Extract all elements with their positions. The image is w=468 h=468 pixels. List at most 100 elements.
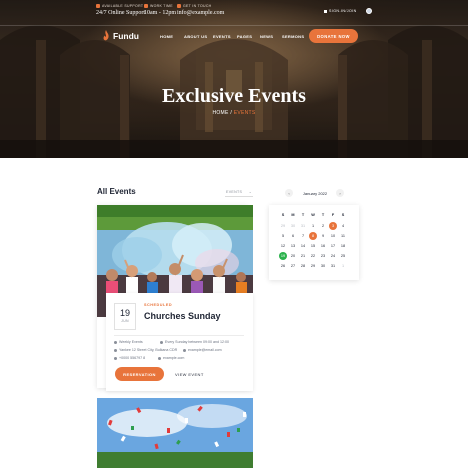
calendar-day[interactable]: 26 [279, 262, 287, 270]
breadcrumb-home[interactable]: HOME [212, 110, 228, 116]
calendar-day[interactable]: 10 [329, 232, 337, 240]
breadcrumb: HOME / EVENTS [0, 110, 468, 116]
reservation-button[interactable]: RESERVATION [115, 367, 164, 381]
mail-icon [183, 348, 186, 352]
calendar-day[interactable]: 24 [329, 252, 337, 260]
event-card: 19 JUN SCHEDULED Churches Sunday Weekly … [97, 205, 253, 391]
event-address: Yankee 12 Street City, Bulkana CDR [114, 348, 177, 352]
events-filter-select[interactable]: EVENTS ⌄ [225, 187, 253, 197]
calendar-weekday: S [341, 213, 345, 217]
calendar-weekday: T [301, 213, 305, 217]
calendar-weekday: T [321, 213, 325, 217]
contact-info[interactable]: GET IN TOUCH info@example.com [177, 4, 224, 16]
header-divider [0, 25, 468, 26]
calendar-day[interactable]: 29 [279, 222, 287, 230]
logo-text: Fundu [113, 30, 139, 41]
events-calendar: S M T W T F S 29 30 31 1 2 3 4 5 6 7 8 9 10 11 12 13 14 15 16 17 18… [269, 205, 359, 280]
event-details-panel: 19 JUN SCHEDULED Churches Sunday Weekly … [106, 293, 253, 391]
event-website-text[interactable]: example.com [163, 356, 184, 360]
language-flag-icon[interactable] [366, 8, 372, 14]
calendar-day[interactable]: 31 [329, 262, 337, 270]
calendar-day[interactable]: 1 [339, 262, 347, 270]
calendar-day[interactable]: 23 [319, 252, 327, 260]
event-title[interactable]: Churches Sunday [144, 311, 221, 321]
calendar-day[interactable]: 4 [339, 222, 347, 230]
calendar-weekday: W [311, 213, 315, 217]
calendar-weekday: S [281, 213, 285, 217]
breadcrumb-current: EVENTS [233, 110, 256, 116]
nav-item-pages[interactable]: PAGES [237, 34, 252, 39]
calendar-day[interactable]: 31 [299, 222, 307, 230]
calendar-day-event[interactable]: 8 [309, 232, 317, 240]
calendar-day-today[interactable]: 19 [279, 252, 287, 260]
calendar-month-label: January 2022 [302, 191, 328, 196]
phone-icon [114, 356, 117, 360]
event-address-text: Yankee 12 Street City, Bulkana CDR [119, 348, 178, 352]
calendar-day[interactable]: 30 [289, 222, 297, 230]
headset-icon [96, 4, 100, 8]
event-email[interactable]: example@email.com [183, 348, 222, 352]
nav-item-sermons[interactable]: SERMONS [282, 34, 304, 39]
chevron-down-icon: ⌄ [248, 189, 252, 194]
nav-item-about[interactable]: ABOUT US [184, 34, 207, 39]
nav-item-home[interactable]: HOME [160, 34, 173, 39]
event-divider [114, 335, 244, 336]
location-pin-icon [114, 348, 117, 352]
calendar-day[interactable]: 5 [279, 232, 287, 240]
calendar-weekday: M [291, 213, 295, 217]
calendar-day[interactable]: 21 [299, 252, 307, 260]
event-time-text: Every Sunday between 09:00 and 12:00 [165, 340, 229, 344]
calendar-day-event[interactable]: 3 [329, 222, 337, 230]
event-day: 19 [119, 308, 130, 318]
contact-email[interactable]: info@example.com [177, 10, 224, 16]
view-event-link[interactable]: VIEW EVENT [175, 372, 204, 377]
calendar-day[interactable]: 15 [309, 242, 317, 250]
events-filter-value: EVENTS [226, 189, 243, 194]
support-info: AVAILABLE SUPPORT 24/7 Online Support [96, 4, 145, 16]
site-logo[interactable]: Fundu [102, 30, 139, 41]
calendar-day[interactable]: 22 [309, 252, 317, 260]
event-email-text[interactable]: example@email.com [188, 348, 222, 352]
calendar-day[interactable]: 7 [299, 232, 307, 240]
event-website[interactable]: example.com [158, 356, 184, 360]
donate-now-button[interactable]: DONATE NOW [309, 29, 358, 43]
calendar-day[interactable]: 20 [289, 252, 297, 260]
calendar-day[interactable]: 13 [289, 242, 297, 250]
calendar-weekday: F [331, 213, 335, 217]
event-month: JUN [121, 319, 129, 323]
event-frequency: Weekly Events [114, 340, 143, 344]
support-value: 24/7 Online Support [96, 10, 145, 16]
calendar-day[interactable]: 2 [319, 222, 327, 230]
calendar-day[interactable]: 29 [309, 262, 317, 270]
calendar-day[interactable]: 11 [339, 232, 347, 240]
event-phone-text[interactable]: +0000 556797 8 [119, 356, 145, 360]
page: AVAILABLE SUPPORT 24/7 Online Support WO… [0, 0, 468, 468]
clock-icon [144, 4, 148, 8]
calendar-day[interactable]: 25 [339, 252, 347, 260]
calendar-day[interactable]: 28 [299, 262, 307, 270]
event-photo-confetti[interactable] [97, 398, 253, 468]
calendar-day[interactable]: 16 [319, 242, 327, 250]
calendar-day[interactable]: 6 [289, 232, 297, 240]
calendar-day[interactable]: 17 [329, 242, 337, 250]
event-phone[interactable]: +0000 556797 8 [114, 356, 145, 360]
calendar-day[interactable]: 9 [319, 232, 327, 240]
calendar-day[interactable]: 14 [299, 242, 307, 250]
mail-icon [177, 4, 181, 8]
signin-label: SIGN-IN/JOIN [329, 9, 357, 13]
contact-label: GET IN TOUCH [183, 4, 212, 8]
calendar-day[interactable]: 30 [319, 262, 327, 270]
calendar-day[interactable]: 27 [289, 262, 297, 270]
signin-link[interactable]: SIGN-IN/JOIN [324, 9, 357, 13]
worktime-label: WORK TIME [150, 4, 173, 8]
flame-logo-icon [103, 30, 109, 41]
calendar-day[interactable]: 18 [339, 242, 347, 250]
event-frequency-text: Weekly Events [119, 340, 143, 344]
nav-item-events[interactable]: EVENTS [213, 34, 231, 39]
event-status-label: SCHEDULED [144, 303, 173, 307]
calendar-day[interactable]: 12 [279, 242, 287, 250]
chevron-right-icon[interactable]: › [336, 189, 344, 197]
calendar-day[interactable]: 1 [309, 222, 317, 230]
page-title: Exclusive Events [162, 85, 306, 107]
nav-item-news[interactable]: NEWS [260, 34, 273, 39]
